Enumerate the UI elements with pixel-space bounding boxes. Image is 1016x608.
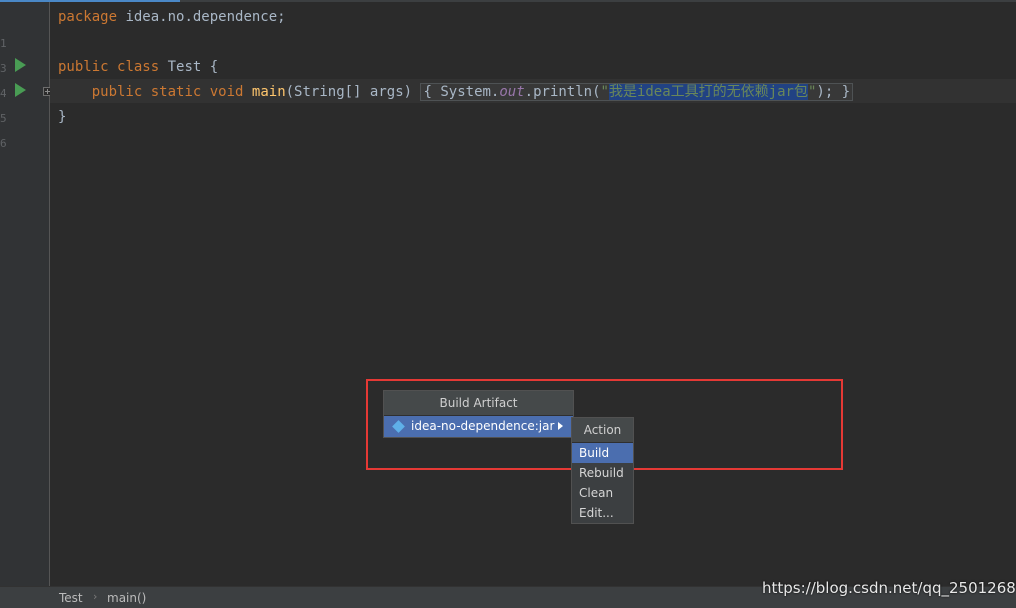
close-brace: }	[58, 109, 67, 125]
folded-block[interactable]: { System.out.println("我是idea工具打的无依赖jar包"…	[420, 83, 854, 101]
line-number-marker: 3	[0, 63, 6, 75]
line-number-marker: 5	[0, 113, 6, 125]
call-method: .println(	[524, 84, 601, 100]
keyword-token: class	[117, 59, 160, 75]
build-artifact-popup: Build Artifact idea-no-dependence:jar	[383, 390, 574, 438]
menu-item-clean[interactable]: Clean	[572, 483, 633, 503]
breadcrumb-item-class[interactable]: Test	[59, 591, 83, 605]
fold-close-brace: }	[841, 84, 851, 100]
code-editor[interactable]: package idea.no.dependence; public class…	[50, 2, 1016, 586]
action-submenu: Action Build Rebuild Clean Edit...	[571, 417, 634, 524]
menu-item-rebuild[interactable]: Rebuild	[572, 463, 633, 483]
keyword-token: public	[58, 59, 109, 75]
keyword-token: package	[58, 9, 118, 25]
code-line-close: }	[58, 105, 66, 129]
call-object: System.	[431, 84, 500, 100]
menu-item-build[interactable]: Build	[572, 443, 633, 463]
call-tail: );	[816, 84, 842, 100]
popup-title: Build Artifact	[384, 391, 573, 416]
breadcrumb-item-method[interactable]: main()	[107, 591, 146, 605]
run-main-icon[interactable]	[15, 83, 26, 97]
line-number-marker: 1	[0, 38, 6, 50]
line-number-marker: 6	[0, 138, 6, 150]
code-line-class: public class Test {	[58, 55, 218, 79]
menu-item-edit[interactable]: Edit...	[572, 503, 633, 523]
keyword-token: public	[91, 84, 143, 100]
field-out: out	[499, 84, 525, 100]
artifact-icon	[392, 420, 405, 433]
artifact-label: idea-no-dependence:jar	[411, 419, 555, 433]
keyword-token: void	[209, 84, 244, 100]
keyword-token: static	[150, 84, 202, 100]
string-quote-open: "	[600, 84, 609, 100]
submenu-title: Action	[572, 418, 633, 443]
class-name: Test {	[159, 59, 219, 75]
breadcrumb-separator: ›	[93, 590, 98, 603]
code-line-main: public static void main(String[] args) {…	[58, 80, 854, 104]
submenu-arrow-icon	[558, 422, 563, 430]
watermark-url: https://blog.csdn.net/qq_25012687	[762, 579, 1016, 597]
method-params: (String[] args)	[285, 84, 421, 100]
artifact-menu-item[interactable]: idea-no-dependence:jar	[384, 416, 573, 437]
selected-string-literal[interactable]: 我是idea工具打的无依赖jar包	[608, 84, 808, 100]
line-number-marker: 4	[0, 88, 6, 100]
run-class-icon[interactable]	[15, 58, 26, 72]
code-line-package: package idea.no.dependence;	[58, 5, 286, 29]
package-name: idea.no.dependence;	[117, 9, 286, 25]
editor-gutter: 1 3 4 5 6	[0, 2, 52, 586]
fold-open-brace: {	[423, 84, 432, 100]
method-name: main	[251, 84, 286, 100]
